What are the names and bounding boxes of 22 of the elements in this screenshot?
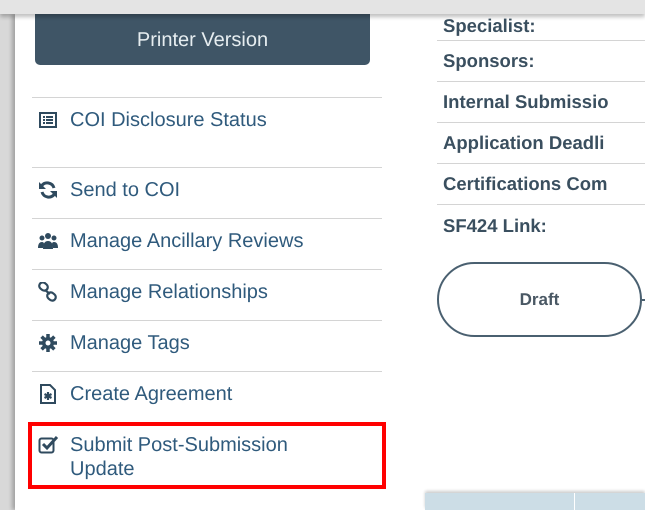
link-icon <box>38 282 58 302</box>
printer-version-button[interactable]: Printer Version <box>35 14 370 65</box>
checkbox-icon <box>38 435 58 455</box>
sidebar-link[interactable]: Submit Post-Submission Update <box>70 433 330 481</box>
gear-icon <box>38 333 58 353</box>
field-label: Application Deadli <box>443 131 604 156</box>
field-label: SF424 Link: <box>443 214 547 238</box>
field-label: Certifications Com <box>443 172 608 196</box>
field-label: Internal Submissio <box>443 90 609 114</box>
field-label: Specialist: <box>443 14 536 38</box>
users-icon <box>38 231 58 251</box>
sidebar-link[interactable]: Manage Relationships <box>70 280 268 304</box>
field-label: Sponsors: <box>443 49 534 74</box>
document-icon <box>38 384 58 404</box>
sidebar-link[interactable]: Send to COI <box>70 178 180 202</box>
list-icon <box>38 110 58 130</box>
sidebar-link[interactable]: Create Agreement <box>70 382 232 406</box>
sidebar-link[interactable]: Manage Ancillary Reviews <box>70 229 304 253</box>
sidebar-link[interactable]: COI Disclosure Status <box>70 108 267 132</box>
refresh-icon <box>38 180 58 200</box>
sidebar-link[interactable]: Manage Tags <box>70 331 190 355</box>
workflow-stage: Draft <box>437 262 642 337</box>
